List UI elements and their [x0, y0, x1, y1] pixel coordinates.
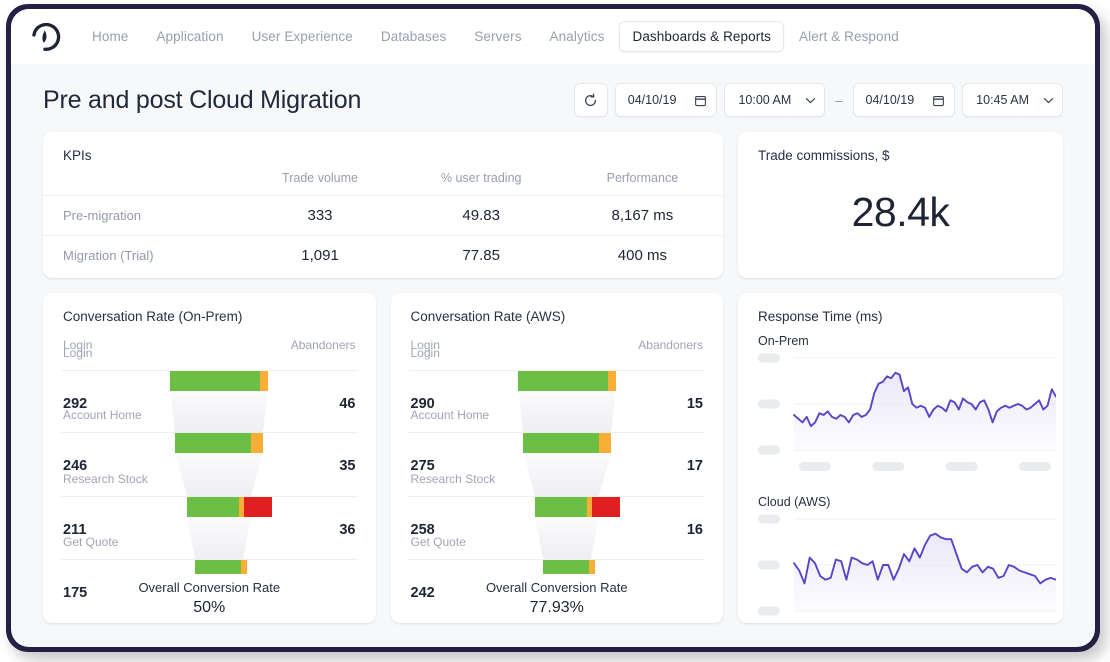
chevron-down-icon	[1043, 97, 1054, 103]
range-separator: –	[835, 92, 843, 108]
kpi-cell-trade-volume: 1,091	[239, 234, 401, 275]
kpi-col-blank	[43, 161, 239, 195]
kpi-cell-performance: 8,167 ms	[561, 194, 723, 235]
new-relic-logo-icon	[32, 22, 61, 51]
row-divider	[408, 370, 705, 371]
response-time-title: Response Time (ms)	[758, 309, 883, 324]
row-divider	[61, 432, 358, 433]
trade-commissions-title: Trade commissions, $	[758, 148, 890, 163]
sparkline-on-prem[interactable]	[756, 350, 1057, 480]
funnels-row: Conversation Rate (On-Prem) Login Abando…	[43, 293, 723, 623]
start-time-value: 10:00 AM	[738, 93, 792, 107]
sparkline-label-cloud-aws: Cloud (AWS)	[758, 495, 831, 509]
kpis-card-title: KPIs	[63, 148, 92, 163]
kpi-col-performance: Performance	[606, 170, 679, 185]
kpi-cell-pct-user-trading: 49.83	[400, 194, 562, 235]
funnel-plot-aws: Login 290 15 Account Home 275 17 Researc…	[408, 346, 705, 601]
calendar-icon	[695, 95, 707, 106]
funnel-step-label: Get Quote	[63, 535, 119, 549]
funnel-right-header: Abandoners	[638, 338, 703, 352]
trade-commissions-value: 28.4k	[851, 189, 950, 235]
end-time-value: 10:45 AM	[976, 93, 1029, 107]
kpis-table: Trade volume % user trading Performance …	[43, 161, 723, 275]
funnel-card-on-prem: Conversation Rate (On-Prem) Login Abando…	[43, 293, 376, 623]
nav-tab-dashboards-and-reports[interactable]: Dashboards & Reports	[619, 21, 785, 52]
kpi-cell-pct-user-trading: 77.85	[400, 234, 562, 275]
kpi-row-label: Migration (Trial)	[43, 234, 240, 275]
device-frame: Home Application User Experience Databas…	[6, 4, 1100, 652]
response-time-charts: On-Prem Cloud (AWS)	[738, 334, 1063, 623]
row-divider	[408, 496, 705, 497]
funnel-step-label: Get Quote	[410, 535, 466, 549]
row-divider	[61, 370, 358, 371]
trade-commissions-card: Trade commissions, $ 28.4k	[738, 132, 1063, 278]
nav-tab-servers[interactable]: Servers	[461, 21, 534, 52]
response-time-card: Response Time (ms) On-Prem Cloud (AWS)	[738, 293, 1063, 623]
funnel-step-label: Research Stock	[410, 472, 496, 486]
funnel-step-row[interactable]: Get Quote 242	[408, 535, 705, 614]
start-time-select[interactable]: 10:00 AM	[724, 83, 826, 117]
funnel-axis-headers: Login Abandoners	[61, 324, 358, 352]
kpis-card: KPIs Trade volume % user trading Perform…	[43, 132, 723, 278]
time-range-controls: 04/10/19 10:00 AM – 04/10/19 10:45 AM	[573, 83, 1063, 117]
funnel-right-header: Abandoners	[290, 338, 356, 352]
funnel-step-abandoners: 35	[339, 458, 356, 474]
sparkline-label-on-prem: On-Prem	[758, 334, 809, 348]
end-time-select[interactable]: 10:45 AM	[962, 83, 1063, 117]
funnel-title-on-prem: Conversation Rate (On-Prem)	[63, 309, 243, 324]
nav-tab-user-experience[interactable]: User Experience	[239, 21, 366, 52]
end-date-value: 04/10/19	[865, 93, 915, 107]
refresh-button[interactable]	[573, 83, 608, 117]
funnel-step-abandoners: 17	[686, 458, 703, 474]
kpi-col-pct-user-trading: % user trading	[440, 170, 522, 185]
kpi-row-label: Pre-migration	[43, 194, 240, 235]
row-divider	[61, 559, 358, 560]
page-header: Pre and post Cloud Migration 04/10/19 10…	[11, 68, 1095, 132]
nav-tab-alert-and-respond[interactable]: Alert & Respond	[786, 21, 912, 52]
nav-tab-databases[interactable]: Databases	[368, 21, 459, 52]
funnel-step-abandoners: 16	[686, 522, 703, 538]
funnel-step-row[interactable]: Get Quote 175	[61, 535, 358, 614]
dashboard-grid: KPIs Trade volume % user trading Perform…	[11, 132, 1095, 623]
chevron-down-icon	[806, 97, 816, 103]
funnel-body-on-prem: Login Abandoners Login 292 46 Account Ho…	[43, 324, 376, 617]
funnel-step-value: 242	[410, 585, 435, 601]
funnel-step-label: Login	[410, 346, 440, 360]
funnel-step-label: Account Home	[63, 408, 142, 422]
table-header-row: Trade volume % user trading Performance	[43, 161, 723, 195]
start-date-picker[interactable]: 04/10/19	[614, 83, 718, 117]
table-row: Pre-migration 333 49.83 8,167 ms	[43, 194, 723, 235]
kpi-cell-trade-volume: 333	[239, 194, 401, 235]
funnel-body-aws: Login Abandoners Login 290 15 Account Ho…	[391, 324, 724, 617]
top-navigation-bar: Home Application User Experience Databas…	[11, 9, 1095, 64]
row-divider	[408, 559, 705, 560]
kpi-col-trade-volume: Trade volume	[282, 170, 358, 185]
start-date-value: 04/10/19	[627, 93, 677, 107]
refresh-icon	[585, 92, 597, 106]
funnel-card-aws: Conversation Rate (AWS) Login Abandoners	[390, 293, 724, 623]
page-title: Pre and post Cloud Migration	[43, 85, 362, 114]
funnel-axis-headers: Login Abandoners	[409, 324, 706, 352]
table-row: Migration (Trial) 1,091 77.85 400 ms	[43, 234, 723, 275]
funnel-step-label: Account Home	[410, 408, 490, 422]
funnel-step-value: 175	[63, 585, 88, 601]
nav-tab-application[interactable]: Application	[143, 21, 236, 52]
nav-tab-analytics[interactable]: Analytics	[537, 21, 618, 52]
funnel-plot-on-prem: Login 292 46 Account Home 246 35 Researc…	[61, 346, 358, 601]
funnel-step-abandoners: 46	[339, 396, 356, 412]
funnel-step-label: Research Stock	[63, 472, 148, 486]
end-date-picker[interactable]: 04/10/19	[852, 83, 956, 117]
app-screen: Home Application User Experience Databas…	[11, 9, 1095, 647]
nav-tab-home[interactable]: Home	[79, 21, 141, 52]
row-divider	[61, 496, 358, 497]
funnel-step-label: Login	[63, 346, 93, 360]
funnel-step-abandoners: 15	[686, 396, 703, 412]
sparkline-cloud-aws[interactable]	[756, 511, 1057, 623]
calendar-icon	[933, 95, 945, 106]
row-divider	[408, 432, 705, 433]
funnel-step-abandoners: 36	[339, 522, 356, 538]
funnel-title-aws: Conversation Rate (AWS)	[410, 309, 566, 324]
nav-tabs: Home Application User Experience Databas…	[79, 21, 912, 52]
kpi-cell-performance: 400 ms	[561, 234, 723, 275]
